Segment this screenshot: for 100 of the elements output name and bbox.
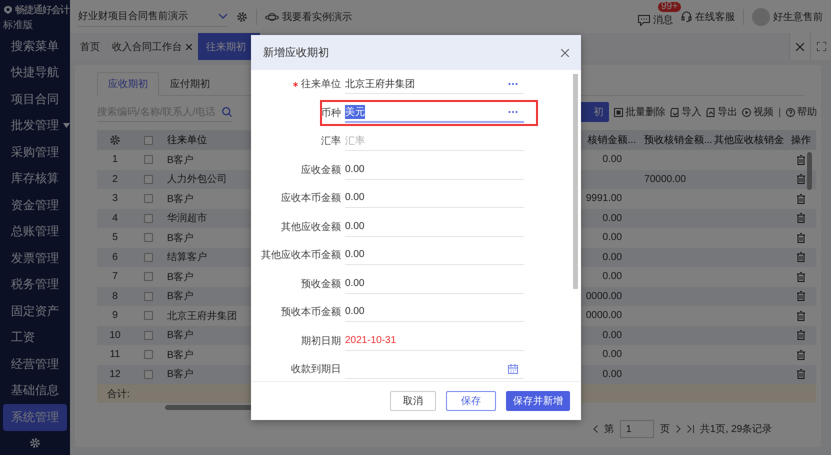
page-tab[interactable]: 收入合同工作台 (106, 33, 198, 60)
sidebar-item[interactable]: 采购管理 (3, 139, 67, 166)
chat-icon (638, 14, 650, 26)
sidebar-item[interactable]: 经营管理 (3, 351, 67, 378)
column-header: 操作 (791, 134, 811, 147)
table-cell: 0.00 (602, 212, 622, 224)
toolbar-button[interactable]: 批量删除 (614, 105, 666, 119)
row-number: 5 (111, 232, 119, 244)
input-field[interactable]: 0.00 (345, 216, 524, 237)
row-checkbox[interactable] (144, 194, 152, 204)
input-field[interactable]: 0.00 (345, 274, 524, 294)
sidebar-item[interactable]: 总账管理 (3, 218, 67, 245)
account-select[interactable]: 好业财项目合同售前演示 (78, 6, 228, 27)
sidebar-item[interactable]: 搜索菜单 (3, 33, 67, 60)
sidebar-item[interactable]: 库存核算 (3, 166, 67, 192)
row-checkbox[interactable] (144, 174, 152, 184)
sidebar-item[interactable]: 固定资产 (3, 298, 67, 324)
table-cell: 0.00 (602, 252, 622, 263)
input-field[interactable]: 0.00 (345, 245, 524, 266)
table-cell: 华润超市 (167, 213, 207, 224)
headset-icon (681, 11, 692, 22)
sidebar-item[interactable]: 税务管理 (3, 272, 67, 298)
table-cell: 北京王府井集团 (167, 310, 237, 322)
table-cell: B客户 (167, 330, 194, 342)
row-checkbox[interactable] (144, 370, 152, 379)
messages-button[interactable]: 消息 (638, 13, 673, 27)
input-field[interactable]: 2021-10-31 (345, 330, 524, 351)
toolbar-button[interactable]: 导入 (670, 105, 702, 119)
row-checkbox[interactable] (144, 252, 152, 262)
ellipsis-icon (508, 82, 518, 86)
row-checkbox[interactable] (144, 292, 152, 301)
page-label: 第 (604, 423, 614, 436)
table-cell: 0000.00 (586, 290, 622, 302)
close-icon[interactable] (561, 48, 569, 56)
row-number: 8 (111, 290, 119, 302)
toolbar-button[interactable]: 导出 (706, 105, 738, 119)
table-cell: 人力外包公司 (167, 174, 227, 186)
table-cell: B客户 (167, 291, 194, 302)
row-checkbox[interactable] (144, 155, 152, 164)
input-field[interactable]: 汇率 (345, 131, 524, 152)
close-all-button[interactable] (789, 33, 810, 60)
save-button[interactable]: 保存 (446, 391, 496, 411)
input-field[interactable]: 0.00 (345, 302, 524, 322)
page-input[interactable]: 1 (620, 420, 654, 438)
field-label: 期初日期 (301, 334, 341, 348)
scrollbar-thumb[interactable] (573, 74, 578, 289)
help-link[interactable]: 帮助 (786, 105, 817, 119)
trash-icon (797, 291, 805, 302)
separator: | (778, 106, 781, 118)
select-all-checkbox[interactable] (144, 136, 152, 144)
next-page-icon[interactable] (676, 425, 681, 433)
trash-icon (797, 369, 805, 380)
input-field[interactable]: 0.00 (345, 160, 524, 180)
fullscreen-icon (816, 42, 826, 51)
save-and-new-button[interactable]: 保存并新增 (506, 391, 570, 411)
last-page-icon[interactable] (687, 425, 694, 433)
sidebar-item[interactable]: 批发管理 (3, 112, 67, 139)
sub-tab[interactable]: 应付期初 (159, 72, 221, 95)
field-label: 汇率 (321, 134, 341, 148)
logo-text: 畅捷通好会计 (15, 4, 69, 17)
row-checkbox[interactable] (144, 214, 152, 223)
trash-icon (797, 174, 805, 184)
input-field[interactable]: 美元 (345, 102, 524, 123)
video-link[interactable]: 视频 (742, 105, 774, 119)
scrollbar-thumb[interactable] (807, 152, 812, 190)
field-label: 应收本币金额 (281, 192, 341, 206)
sidebar-item[interactable]: 快捷导航 (3, 60, 67, 86)
search-icon (222, 106, 232, 116)
ellipsis-icon (508, 110, 518, 114)
close-icon[interactable] (186, 44, 192, 50)
field-label: 预收本币金额 (281, 306, 341, 320)
sidebar-item[interactable]: 项目合同 (3, 86, 67, 112)
support-link[interactable]: 在线客服 (681, 10, 735, 24)
sidebar-item[interactable]: 资金管理 (3, 192, 67, 218)
row-number: 4 (111, 212, 119, 224)
column-settings-icon (109, 134, 121, 146)
prev-page-icon[interactable] (593, 425, 598, 433)
page-tab[interactable]: 首页 (74, 33, 106, 60)
delete-box-icon (614, 108, 624, 116)
cancel-button[interactable]: 取消 (390, 391, 436, 411)
trash-icon (797, 232, 805, 243)
row-checkbox[interactable] (144, 272, 152, 282)
row-number: 11 (108, 349, 122, 360)
sub-tab[interactable]: 应收期初 (97, 72, 159, 96)
planet-icon (265, 12, 279, 22)
user-menu[interactable]: 好生意售前 (752, 8, 823, 26)
input-field[interactable]: 0.00 (345, 188, 524, 208)
row-checkbox[interactable] (144, 350, 152, 360)
sidebar-item[interactable]: 发票管理 (3, 245, 67, 272)
sidebar-item[interactable]: 基础信息 (3, 378, 67, 404)
input-field[interactable]: 北京王府井集团 (345, 74, 524, 94)
trash-icon (797, 310, 805, 321)
row-checkbox[interactable] (144, 233, 152, 242)
row-number: 3 (111, 193, 119, 204)
table-cell: B客户 (167, 350, 194, 361)
demo-link[interactable]: 我要看实例演示 (265, 10, 352, 24)
sidebar-item[interactable]: 系统管理 (3, 404, 67, 430)
sidebar-item[interactable]: 工资 (3, 324, 67, 351)
row-checkbox[interactable] (144, 330, 152, 340)
row-checkbox[interactable] (144, 311, 152, 320)
